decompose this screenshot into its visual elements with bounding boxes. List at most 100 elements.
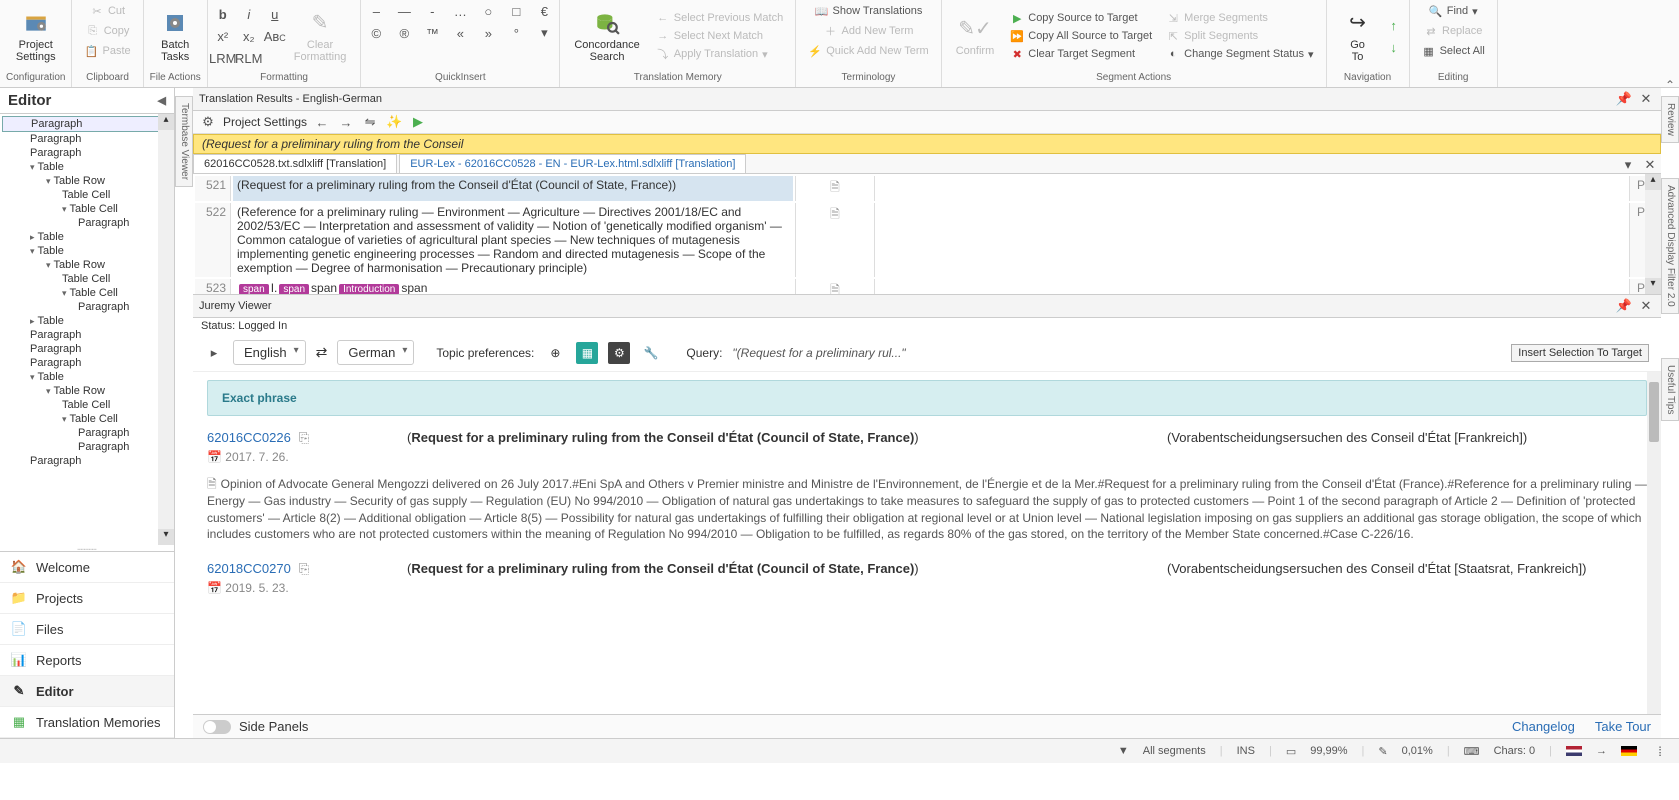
select-all-button[interactable]: ▦Select All [1416, 42, 1491, 60]
concordance-button[interactable]: Concordance Search [566, 5, 647, 67]
tree-node[interactable]: Paragraph [2, 356, 172, 370]
add-new-term-button[interactable]: ＋Add New Term [818, 22, 920, 40]
go-to-button[interactable]: ↪ Go To [1333, 5, 1383, 67]
side-panels-toggle[interactable] [203, 720, 231, 734]
target-language-select[interactable]: German [337, 340, 414, 365]
tree-toggle-icon[interactable] [30, 245, 38, 257]
swap-languages-icon[interactable]: ⇄ [316, 344, 328, 361]
segment-source[interactable]: (Request for a preliminary ruling from t… [233, 176, 793, 201]
copy-all-source-button[interactable]: ⏩Copy All Source to Target [1004, 27, 1158, 45]
tab-menu-icon[interactable]: ▾ [1619, 156, 1637, 174]
show-translations-button[interactable]: 📖Show Translations [809, 2, 929, 20]
quick-add-term-button[interactable]: ⚡Quick Add New Term [802, 42, 935, 60]
tree-node[interactable]: Paragraph [2, 328, 172, 342]
result-id-link[interactable]: 62018CC0270 [207, 561, 291, 576]
tree-node[interactable]: Table Cell [2, 286, 172, 300]
confirm-button[interactable]: ✎✓ Confirm [948, 11, 1003, 61]
paste-button[interactable]: 📋Paste [78, 42, 136, 60]
tree-toggle-icon[interactable] [46, 259, 54, 271]
wand-icon[interactable]: ✨ [385, 113, 403, 131]
take-tour-link[interactable]: Take Tour [1595, 719, 1651, 734]
play-icon[interactable]: ▶ [409, 113, 427, 131]
registered-icon[interactable]: ® [395, 24, 413, 42]
tree-node[interactable]: Paragraph [2, 342, 172, 356]
wrench-icon[interactable]: 🔧 [640, 342, 662, 364]
expand-icon[interactable]: ▸ [205, 344, 223, 362]
arrow-up-icon[interactable]: ↑ [1385, 16, 1403, 34]
filter-label[interactable]: All segments [1143, 745, 1206, 757]
split-segments-button[interactable]: ⇱Split Segments [1160, 27, 1319, 45]
replace-button[interactable]: ⇄Replace [1418, 22, 1488, 40]
change-status-button[interactable]: ◐Change Segment Status ▾ [1160, 45, 1319, 63]
result-target[interactable]: (Vorabentscheidungsersuchen des Conseil … [1167, 561, 1647, 595]
copy-icon[interactable]: ⎘ [299, 561, 309, 576]
results-scrollbar[interactable] [1647, 372, 1661, 714]
scroll-up-icon[interactable]: ▴ [158, 114, 174, 130]
square-icon[interactable]: □ [507, 2, 525, 20]
review-tab[interactable]: Review [1661, 96, 1679, 143]
result-source[interactable]: (Request for a preliminary ruling from t… [407, 430, 1147, 464]
project-settings-link[interactable]: Project Settings [223, 115, 307, 129]
dash2-icon[interactable]: — [395, 2, 413, 20]
useful-tips-tab[interactable]: Useful Tips [1661, 358, 1679, 421]
juremy-results[interactable]: Exact phrase 62016CC0226⎘📅 2017. 7. 26.(… [193, 372, 1661, 714]
tree-node[interactable]: Paragraph [2, 426, 172, 440]
filter-icon[interactable]: ▼ [1118, 745, 1129, 757]
copyright-icon[interactable]: © [367, 24, 385, 42]
tree-node[interactable]: Paragraph [2, 440, 172, 454]
scroll-down-icon[interactable]: ▾ [1645, 278, 1661, 294]
tree-node[interactable]: Table [2, 370, 172, 384]
tree-node[interactable]: Table Cell [2, 272, 172, 286]
tree-node[interactable]: Paragraph [2, 116, 172, 132]
tree-node[interactable]: Table [2, 244, 172, 258]
topic-settings-icon[interactable]: ⚙ [608, 342, 630, 364]
tree-node[interactable]: Table Cell [2, 412, 172, 426]
ellipsis-icon[interactable]: … [451, 2, 469, 20]
advanced-filter-tab[interactable]: Advanced Display Filter 2.0 [1661, 178, 1679, 314]
nav-reports[interactable]: 📊Reports [0, 645, 174, 676]
tree-node[interactable]: Paragraph [2, 216, 172, 230]
insert-selection-button[interactable]: Insert Selection To Target [1511, 344, 1649, 362]
tree-node[interactable]: Table Cell [2, 398, 172, 412]
segment-target[interactable] [877, 203, 1627, 277]
tree-toggle-icon[interactable] [30, 161, 38, 173]
dash3-icon[interactable]: - [423, 2, 441, 20]
tree-node[interactable]: Table [2, 230, 172, 244]
segment-status-icon[interactable]: 🗎 [795, 203, 875, 277]
italic-button[interactable]: i [240, 5, 258, 23]
merge-segments-button[interactable]: ⇲Merge Segments [1160, 9, 1319, 27]
add-topic-icon[interactable]: ⊕ [544, 342, 566, 364]
tree-toggle-icon[interactable] [46, 175, 54, 187]
tree-node[interactable]: Table Cell [2, 188, 172, 202]
tree-toggle-icon[interactable] [62, 203, 70, 215]
file-tab-1[interactable]: 62016CC0528.txt.sdlxliff [Translation] [193, 154, 397, 173]
clear-formatting-button[interactable]: ✎ Clear Formatting [286, 5, 355, 67]
tree-node[interactable]: Paragraph [2, 300, 172, 314]
segment-row[interactable]: 521(Request for a preliminary ruling fro… [195, 176, 1659, 201]
result-id-link[interactable]: 62016CC0226 [207, 430, 291, 445]
changelog-link[interactable]: Changelog [1512, 719, 1575, 734]
tree-node[interactable]: Table [2, 160, 172, 174]
arrow-down-icon[interactable]: ↓ [1385, 38, 1403, 56]
segment-row[interactable]: 522(Reference for a preliminary ruling —… [195, 203, 1659, 277]
cut-button[interactable]: ✂Cut [84, 2, 131, 20]
pin-icon[interactable]: 📌 [1615, 90, 1633, 108]
close-icon[interactable]: ✕ [1637, 297, 1655, 315]
tree-scrollbar[interactable]: ▴▾ [158, 114, 174, 545]
find-button[interactable]: 🔍Find ▾ [1423, 2, 1484, 20]
termbase-viewer-tab[interactable]: Termbase Viewer [175, 96, 193, 187]
nav-projects[interactable]: 📁Projects [0, 583, 174, 614]
tree-node[interactable]: Paragraph [2, 454, 172, 468]
clear-target-button[interactable]: ✖Clear Target Segment [1004, 45, 1158, 63]
batch-tasks-button[interactable]: Batch Tasks [150, 5, 200, 67]
chevron-down-icon[interactable]: ▾ [535, 24, 553, 42]
segment-status-icon[interactable]: 🗎 [795, 176, 875, 201]
segment-source[interactable]: (Reference for a preliminary ruling — En… [233, 203, 793, 277]
segment-row[interactable]: 523spanI.spanspanIntroductionspan🗎P+ [195, 279, 1659, 294]
tree-node[interactable]: Paragraph [2, 132, 172, 146]
lrm-button[interactable]: LRM [214, 49, 232, 67]
tree-node[interactable]: Paragraph [2, 146, 172, 160]
tree-toggle-icon[interactable] [62, 413, 70, 425]
nav-fwd-icon[interactable]: → [337, 113, 355, 131]
select-next-match-button[interactable]: →Select Next Match [650, 27, 789, 45]
